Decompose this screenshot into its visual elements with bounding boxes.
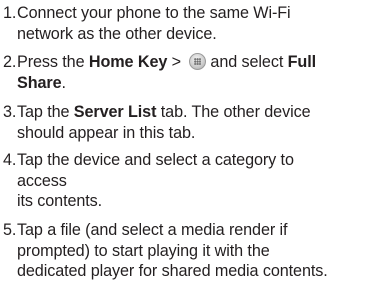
step-5-line-1: 5.Tap a file (and select a media render … [3, 220, 387, 241]
apps-grid-icon [189, 53, 207, 70]
step-5-text-2: prompted) to start playing it with the [17, 241, 270, 260]
step-3-post: tab. The other device [156, 103, 311, 121]
instruction-list: 1.Connect your phone to the same Wi-Fi n… [0, 0, 387, 298]
step-4-text-3: its contents. [17, 192, 103, 211]
step-5: 5.Tap a file (and select a media render … [3, 220, 387, 282]
full-share-label-2: Share [17, 73, 62, 92]
step-2-pre: Press the [17, 53, 89, 71]
step-number: 4. [3, 151, 17, 169]
step-1: 1.Connect your phone to the same Wi-Fi n… [3, 3, 387, 44]
step-number: 2. [3, 53, 17, 71]
step-3-line-1: 3.Tap the Server List tab. The other dev… [3, 102, 387, 123]
step-2-separator: > [167, 53, 186, 71]
step-4-text-1: Tap the device and select a category to [17, 151, 294, 169]
step-4: 4.Tap the device and select a category t… [3, 150, 387, 212]
step-5-text-1: Tap a file (and select a media render if [17, 221, 288, 239]
step-number: 1. [3, 4, 17, 22]
step-number: 5. [3, 221, 17, 239]
step-3-pre: Tap the [17, 103, 74, 121]
step-1-line-1: 1.Connect your phone to the same Wi-Fi [3, 3, 387, 24]
step-2-line-2: Share. [3, 73, 387, 94]
server-list-label: Server List [73, 103, 157, 121]
step-number: 3. [3, 103, 17, 121]
step-3: 3.Tap the Server List tab. The other dev… [3, 102, 387, 143]
step-2-end: . [61, 73, 67, 92]
full-share-label-1: Full [287, 53, 316, 71]
home-key-label: Home Key [88, 53, 168, 71]
step-4-text-2: access [17, 171, 67, 190]
step-2: 2.Press the Home Key > and select Full S… [3, 52, 387, 93]
step-1-text-2: network as the other device. [17, 24, 217, 43]
step-4-line-1: 4.Tap the device and select a category t… [3, 150, 387, 171]
step-1-text-1: Connect your phone to the same Wi-Fi [17, 4, 291, 22]
step-2-post: and select [210, 53, 288, 71]
step-3-line-2: should appear in this tab. [17, 123, 196, 142]
step-5-text-3: dedicated player for shared media conten… [17, 262, 328, 281]
step-2-line-1: 2.Press the Home Key > and select Full [3, 52, 387, 73]
